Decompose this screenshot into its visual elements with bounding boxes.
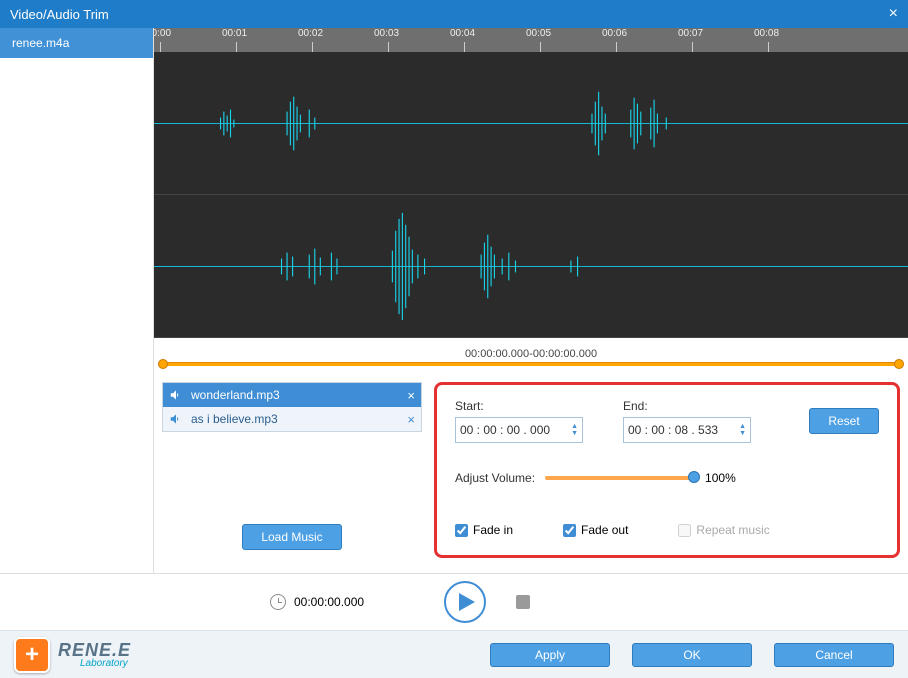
ruler-tick: 00:07	[678, 28, 703, 39]
volume-slider[interactable]	[545, 476, 695, 480]
clock-icon	[270, 594, 286, 610]
volume-slider-knob[interactable]	[688, 471, 700, 483]
ruler-tick: 00:05	[526, 28, 551, 39]
end-time-input[interactable]: 00 : 00 : 08 . 533 ▲▼	[623, 417, 751, 443]
trim-range: 00:00:00.000-00:00:00.000	[154, 348, 908, 366]
volume-label: Adjust Volume:	[455, 471, 535, 485]
speaker-icon	[169, 388, 183, 402]
play-icon	[459, 593, 475, 611]
music-column: wonderland.mp3 × as i believe.mp3 × Load…	[162, 382, 422, 558]
trim-range-track[interactable]	[162, 362, 900, 366]
repeat-music-checkbox: Repeat music	[678, 523, 769, 537]
repeat-music-input	[678, 524, 691, 537]
music-item[interactable]: as i believe.mp3 ×	[163, 407, 421, 431]
ruler-tick: 00:08	[754, 28, 779, 39]
spinner-icon[interactable]: ▲▼	[739, 423, 746, 437]
load-music-button[interactable]: Load Music	[242, 524, 342, 550]
trim-range-label: 00:00:00.000-00:00:00.000	[162, 348, 900, 360]
music-item[interactable]: wonderland.mp3 ×	[163, 383, 421, 407]
trim-settings-panel: Start: 00 : 00 : 00 . 000 ▲▼ End: 00 : 0…	[434, 382, 900, 558]
ruler-tick: 00:04	[450, 28, 475, 39]
timeline-ruler[interactable]: 00:00 00:01 00:02 00:03 00:04 00:05 00:0…	[154, 28, 908, 52]
fade-in-label: Fade in	[473, 523, 513, 537]
end-time-value: 00 : 00 : 08 . 533	[628, 423, 718, 437]
fade-out-label: Fade out	[581, 523, 628, 537]
trim-range-handle-end[interactable]	[894, 359, 904, 369]
close-icon[interactable]: ×	[889, 5, 898, 23]
reset-button[interactable]: Reset	[809, 408, 879, 434]
start-label: Start:	[455, 399, 583, 413]
window-title: Video/Audio Trim	[10, 7, 109, 22]
waveform-area[interactable]	[154, 52, 908, 338]
repeat-music-label: Repeat music	[696, 523, 769, 537]
logo-text-main: RENE.E	[58, 641, 131, 659]
trim-range-handle-start[interactable]	[158, 359, 168, 369]
fade-out-input[interactable]	[563, 524, 576, 537]
ruler-tick: 00:06	[602, 28, 627, 39]
ruler-tick: 00:01	[222, 28, 247, 39]
logo-text-sub: Laboratory	[80, 659, 131, 669]
titlebar: Video/Audio Trim ×	[0, 0, 908, 28]
logo-badge-icon: +	[14, 637, 50, 673]
start-time-input[interactable]: 00 : 00 : 00 . 000 ▲▼	[455, 417, 583, 443]
ruler-tick: 00:00	[154, 28, 171, 39]
brand-logo: + RENE.E Laboratory	[14, 637, 131, 673]
main-area: renee.m4a 00:00 00:01 00:02 00:03 00:04 …	[0, 28, 908, 574]
speaker-icon	[169, 412, 183, 426]
music-remove-icon[interactable]: ×	[407, 388, 415, 403]
ruler-tick: 00:03	[374, 28, 399, 39]
music-item-name: as i believe.mp3	[191, 412, 278, 426]
waveform-channel-left	[154, 52, 908, 195]
start-time-value: 00 : 00 : 00 . 000	[460, 423, 550, 437]
end-label: End:	[623, 399, 751, 413]
ruler-tick: 00:02	[298, 28, 323, 39]
playback-time-display: 00:00:00.000	[270, 594, 364, 610]
lower-panel: wonderland.mp3 × as i believe.mp3 × Load…	[154, 382, 908, 558]
apply-button[interactable]: Apply	[490, 643, 610, 667]
file-sidebar: renee.m4a	[0, 28, 154, 573]
play-button[interactable]	[444, 581, 486, 623]
music-remove-icon[interactable]: ×	[407, 412, 415, 427]
footer-bar: + RENE.E Laboratory Apply OK Cancel	[0, 630, 908, 678]
playback-bar: 00:00:00.000	[0, 574, 908, 630]
spinner-icon[interactable]: ▲▼	[571, 423, 578, 437]
sidebar-file-item[interactable]: renee.m4a	[0, 28, 153, 58]
waveform-channel-right	[154, 195, 908, 338]
music-list: wonderland.mp3 × as i believe.mp3 ×	[162, 382, 422, 432]
ok-button[interactable]: OK	[632, 643, 752, 667]
content-area: 00:00 00:01 00:02 00:03 00:04 00:05 00:0…	[154, 28, 908, 573]
playback-time: 00:00:00.000	[294, 595, 364, 609]
volume-value: 100%	[705, 471, 736, 485]
fade-out-checkbox[interactable]: Fade out	[563, 523, 628, 537]
fade-in-input[interactable]	[455, 524, 468, 537]
music-item-name: wonderland.mp3	[191, 388, 280, 402]
stop-button[interactable]	[516, 595, 530, 609]
fade-in-checkbox[interactable]: Fade in	[455, 523, 513, 537]
cancel-button[interactable]: Cancel	[774, 643, 894, 667]
